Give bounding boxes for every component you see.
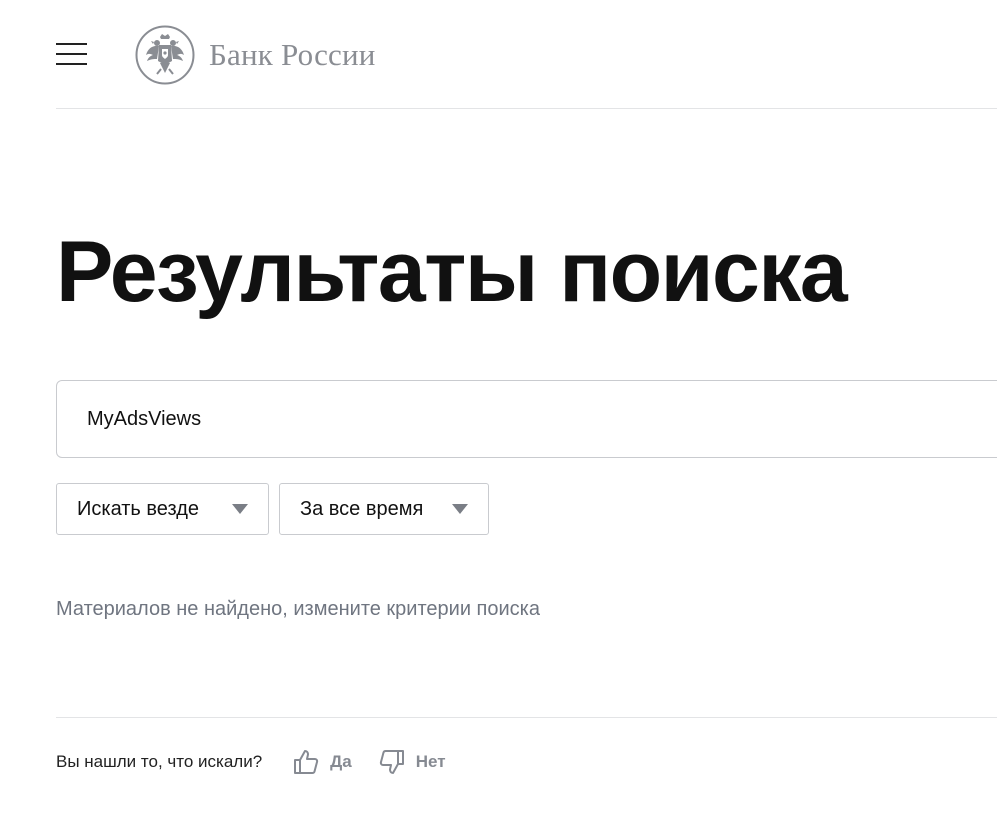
feedback-divider bbox=[56, 717, 997, 718]
feedback-no-button[interactable]: Нет bbox=[378, 748, 446, 776]
header-divider bbox=[56, 108, 997, 109]
search-scope-label: Искать везде bbox=[77, 498, 199, 520]
caret-down-icon bbox=[232, 504, 248, 514]
feedback-yes-button[interactable]: Да bbox=[292, 748, 352, 776]
site-header: Банк России bbox=[0, 0, 997, 110]
search-input[interactable] bbox=[87, 381, 967, 457]
caret-down-icon bbox=[452, 504, 468, 514]
thumbs-down-icon bbox=[379, 750, 404, 774]
search-period-label: За все время bbox=[300, 498, 424, 520]
search-box bbox=[56, 380, 997, 458]
feedback-question: Вы нашли то, что искали? bbox=[56, 752, 263, 771]
bank-logo-link[interactable]: Банк России bbox=[135, 24, 376, 86]
feedback-block: Вы нашли то, что искали? Да Нет bbox=[56, 744, 446, 780]
page-title: Результаты поиска bbox=[56, 224, 848, 320]
thumbs-up-icon bbox=[294, 750, 319, 774]
search-scope-dropdown[interactable]: Искать везде bbox=[56, 483, 269, 535]
search-period-dropdown[interactable]: За все время bbox=[279, 483, 489, 535]
feedback-yes-label: Да bbox=[330, 752, 352, 771]
double-headed-eagle-emblem bbox=[135, 25, 195, 85]
bank-name: Банк России bbox=[209, 37, 376, 72]
feedback-no-label: Нет bbox=[415, 752, 446, 771]
hamburger-menu-icon[interactable] bbox=[56, 43, 87, 65]
no-results-message: Материалов не найдено, измените критерии… bbox=[56, 598, 540, 620]
